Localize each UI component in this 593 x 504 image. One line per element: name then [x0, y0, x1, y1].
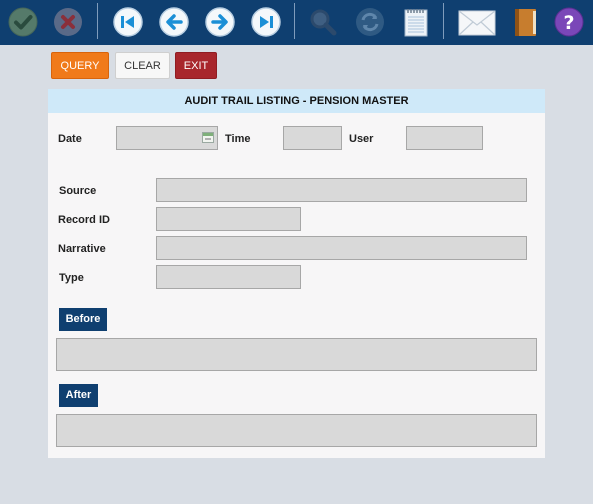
time-field[interactable]: [283, 126, 342, 150]
mail-icon[interactable]: [458, 6, 496, 38]
toolbar: ?: [0, 0, 593, 45]
type-label: Type: [59, 272, 84, 284]
toolbar-separator: [443, 3, 444, 39]
narrative-label: Narrative: [58, 243, 106, 255]
svg-text:?: ?: [563, 12, 574, 34]
date-label: Date: [58, 133, 82, 145]
after-field[interactable]: [56, 414, 537, 447]
first-record-icon[interactable]: [112, 6, 144, 38]
search-icon[interactable]: [307, 6, 339, 38]
exit-button[interactable]: EXIT: [175, 52, 217, 79]
previous-record-icon[interactable]: [158, 6, 190, 38]
query-button[interactable]: QUERY: [51, 52, 109, 79]
before-label: Before: [59, 308, 107, 331]
refresh-icon[interactable]: [354, 6, 386, 38]
calendar-icon[interactable]: [202, 132, 214, 143]
book-icon[interactable]: [509, 6, 541, 38]
cancel-icon[interactable]: [52, 6, 84, 38]
notepad-icon[interactable]: [400, 6, 432, 38]
audit-trail-panel: AUDIT TRAIL LISTING - PENSION MASTER Dat…: [48, 89, 545, 458]
user-label: User: [349, 133, 374, 145]
help-icon[interactable]: ?: [553, 6, 585, 38]
date-field[interactable]: [116, 126, 218, 150]
last-record-icon[interactable]: [250, 6, 282, 38]
next-record-icon[interactable]: [204, 6, 236, 38]
toolbar-separator: [97, 3, 98, 39]
source-label: Source: [59, 185, 97, 197]
panel-title: AUDIT TRAIL LISTING - PENSION MASTER: [48, 89, 545, 113]
record-id-field[interactable]: [156, 207, 301, 231]
source-field[interactable]: [156, 178, 527, 202]
after-label: After: [59, 384, 98, 407]
narrative-field[interactable]: [156, 236, 527, 260]
toolbar-separator: [294, 3, 295, 39]
user-field[interactable]: [406, 126, 483, 150]
time-label: Time: [225, 133, 251, 145]
clear-button[interactable]: CLEAR: [115, 52, 170, 79]
record-id-label: Record ID: [58, 214, 110, 226]
type-field[interactable]: [156, 265, 301, 289]
check-icon[interactable]: [7, 6, 39, 38]
before-field[interactable]: [56, 338, 537, 371]
